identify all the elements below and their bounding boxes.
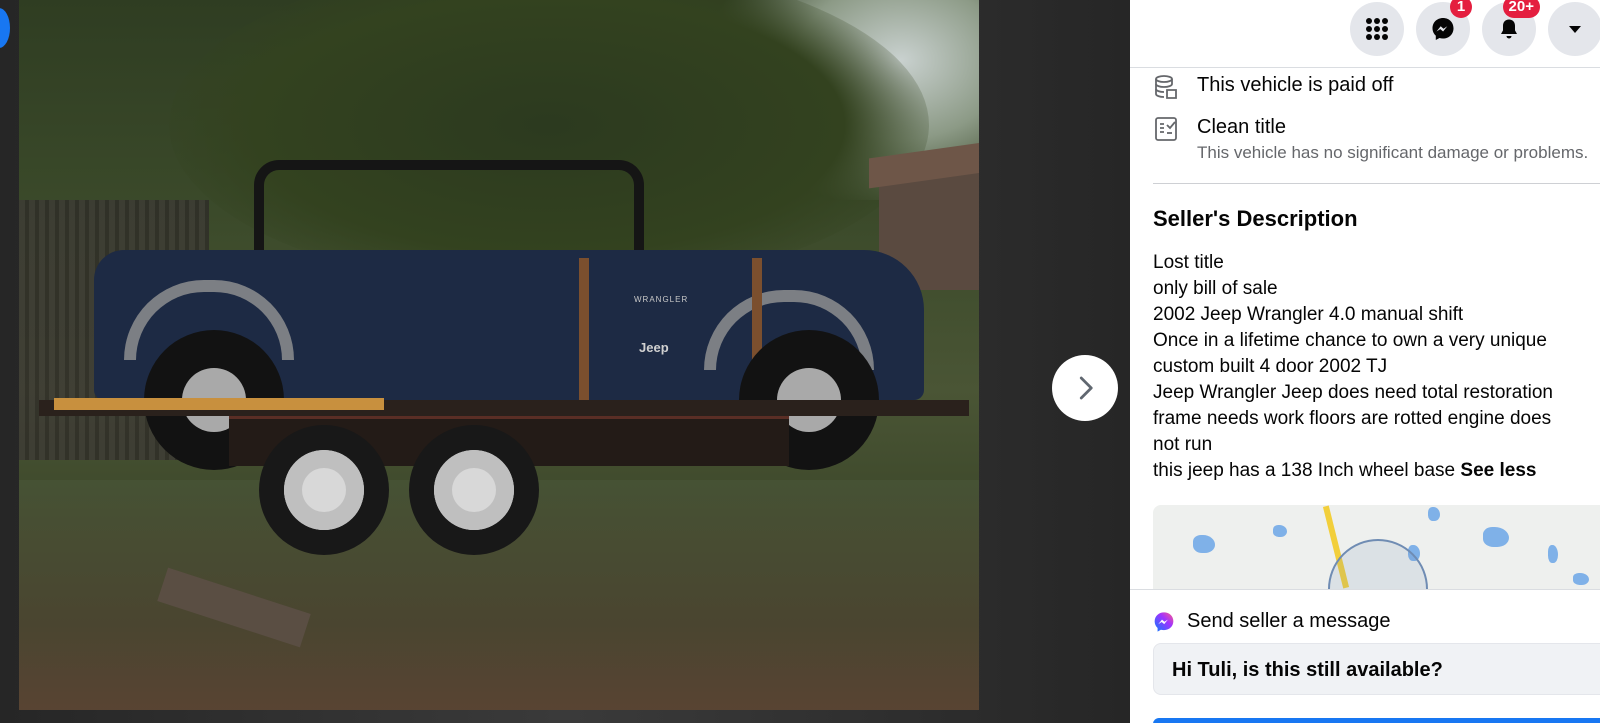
attribute-clean-title: Clean title This vehicle has no signific… [1153, 116, 1600, 163]
description-line: frame needs work floors are rotted engin… [1153, 408, 1552, 429]
description-line: Once in a lifetime chance to own a very … [1153, 330, 1547, 351]
send-message-header: Send seller a message [1153, 610, 1390, 633]
top-navigation-bar: 1 20+ [1130, 0, 1600, 68]
media-viewer: WRANGLER Jeep [0, 0, 1130, 723]
description-line: this jeep has a 138 Inch wheel base [1153, 460, 1456, 481]
notifications-count-badge: 20+ [1502, 0, 1540, 18]
attribute-paid-off: This vehicle is paid off [1153, 74, 1600, 100]
bell-icon [1501, 19, 1517, 39]
attribute-subtitle: This vehicle has no significant damage o… [1197, 143, 1589, 162]
description-line: Lost title [1153, 252, 1224, 273]
attribute-title: This vehicle is paid off [1197, 74, 1394, 96]
photo-jeep-model-text: WRANGLER [634, 295, 689, 304]
messenger-icon [1154, 611, 1174, 632]
send-message-title: Send seller a message [1187, 610, 1391, 632]
see-less-link[interactable]: See less [1460, 460, 1536, 481]
description-line: custom built 4 door 2002 TJ [1153, 356, 1388, 377]
message-input[interactable]: Hi Tuli, is this still available? [1153, 643, 1600, 695]
stack-coins-icon [1155, 75, 1177, 99]
photo-trailer-wheel [259, 425, 389, 555]
messenger-count-badge: 1 [1450, 0, 1472, 18]
attribute-paid-off-text: This vehicle is paid off [1197, 74, 1393, 97]
map-lake [1548, 545, 1558, 563]
document-title-icon [1155, 117, 1177, 141]
listing-photo: WRANGLER Jeep [19, 0, 979, 710]
description-line-last: this jeep has a 138 Inch wheel base See … [1153, 458, 1600, 484]
chevron-right-icon [1079, 376, 1093, 400]
send-message-section: Send seller a message Hi Tuli, is this s… [1130, 589, 1600, 723]
send-button[interactable] [1153, 718, 1600, 723]
listing-details-panel: 1 20+ This vehicle is paid off Clean tit… [1130, 0, 1600, 723]
previous-indicator[interactable] [0, 8, 10, 48]
grid-menu-icon [1366, 18, 1388, 40]
photo-trailer-post [579, 258, 589, 408]
next-photo-button[interactable] [1052, 355, 1118, 421]
photo-jeep-rollbar [254, 160, 644, 260]
menu-button[interactable] [1350, 2, 1404, 56]
photo-trailer-plank [54, 398, 384, 410]
map-lake [1428, 507, 1440, 521]
map-lake [1273, 525, 1287, 537]
listing-details-content: This vehicle is paid off Clean title Thi… [1153, 68, 1600, 484]
messenger-icon [1432, 18, 1454, 40]
seller-description-body: Lost title only bill of sale 2002 Jeep W… [1153, 250, 1600, 484]
seller-description-title: Seller's Description [1153, 206, 1358, 231]
location-map[interactable] [1153, 505, 1600, 589]
photo-jeep-badge-text: Jeep [639, 340, 669, 355]
description-line: 2002 Jeep Wrangler 4.0 manual shift [1153, 304, 1464, 325]
description-line: only bill of sale [1153, 278, 1278, 299]
map-lake [1483, 527, 1509, 547]
description-line: Jeep Wrangler Jeep does need total resto… [1153, 382, 1553, 403]
attribute-clean-title-text: Clean title This vehicle has no signific… [1197, 116, 1588, 163]
map-lake [1573, 573, 1589, 585]
description-line: not run [1153, 434, 1213, 455]
map-lake [1193, 535, 1215, 553]
messenger-button[interactable]: 1 [1416, 0, 1472, 56]
caret-down-icon [1569, 26, 1581, 33]
photo-trailer-wheel [409, 425, 539, 555]
account-button[interactable] [1548, 2, 1600, 56]
attribute-title: Clean title [1197, 116, 1286, 138]
notifications-button[interactable]: 20+ [1482, 0, 1540, 56]
section-divider [1153, 183, 1600, 184]
